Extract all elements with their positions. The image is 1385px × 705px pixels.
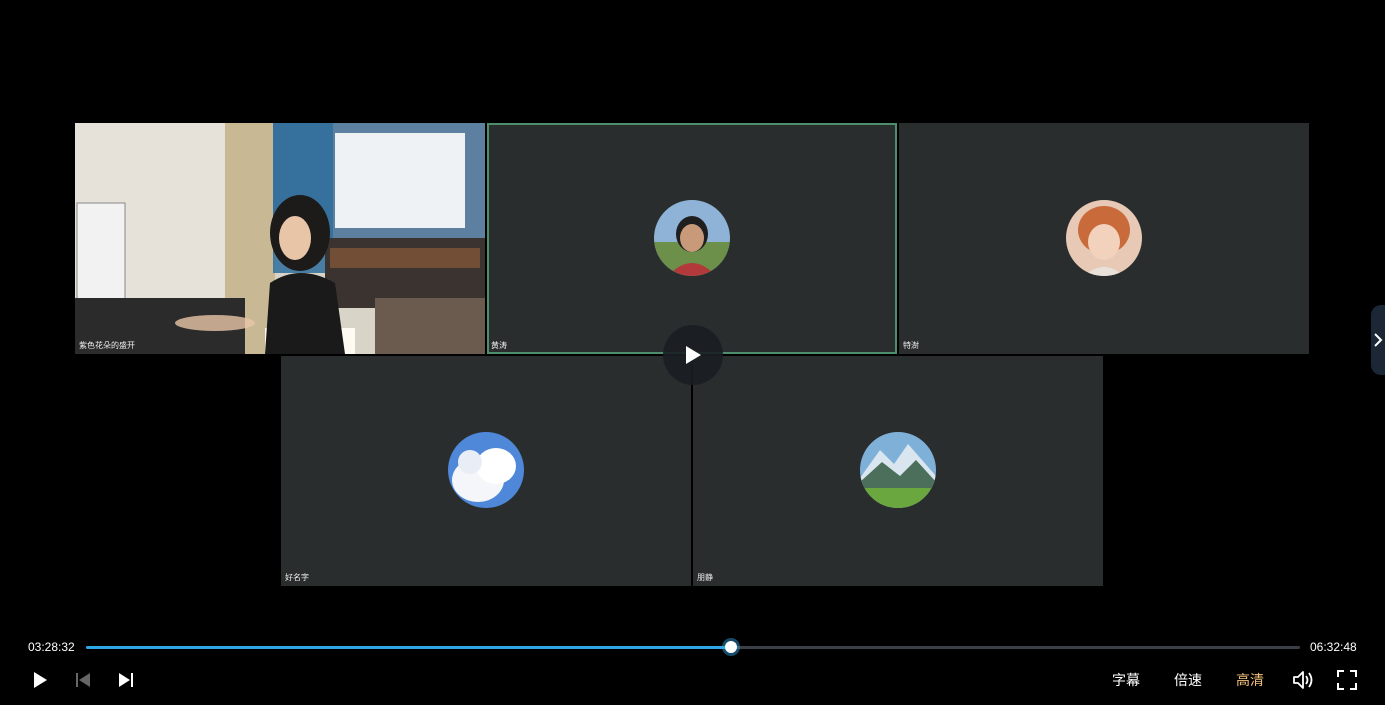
participant-name: 特澍: [903, 341, 919, 350]
avatar: [448, 432, 524, 508]
current-time: 03:28:32: [28, 640, 75, 654]
quality-button[interactable]: 高清: [1236, 670, 1264, 690]
progress-handle[interactable]: [724, 641, 737, 653]
participant-name: 紫色花朵的盛开: [79, 341, 135, 350]
total-time: 06:32:48: [1310, 640, 1357, 654]
play-button[interactable]: [30, 668, 50, 692]
avatar: [1066, 200, 1142, 276]
previous-button[interactable]: [73, 668, 93, 692]
progress-bar[interactable]: [86, 641, 1300, 653]
subtitles-button[interactable]: 字幕: [1112, 670, 1140, 690]
participant-name: 黄涛: [491, 341, 507, 350]
fullscreen-button[interactable]: [1337, 668, 1357, 692]
center-play-button[interactable]: [663, 325, 723, 385]
participant-tile: 朋静: [693, 356, 1103, 586]
previous-icon: [76, 673, 90, 687]
avatar: [654, 200, 730, 276]
progress-fill: [86, 646, 731, 649]
participant-tile-camera: 紫色花朵的盛开: [75, 123, 485, 354]
participant-name: 好名字: [285, 573, 309, 582]
speed-button[interactable]: 倍速: [1174, 670, 1202, 690]
participant-tile: 特澍: [899, 123, 1309, 354]
fullscreen-icon: [1337, 670, 1357, 690]
participant-tile: 好名字: [281, 356, 691, 586]
participant-tile-active: 黄涛: [487, 123, 897, 354]
next-icon: [119, 673, 133, 687]
next-button[interactable]: [116, 668, 136, 692]
video-area[interactable]: 紫色花朵的盛开 黄涛 特澍 好名字 朋静: [0, 0, 1385, 620]
avatar: [860, 432, 936, 508]
chevron-right-icon: [1374, 333, 1383, 347]
volume-icon: [1293, 671, 1313, 689]
participant-name: 朋静: [697, 573, 713, 582]
play-icon: [686, 346, 701, 364]
camera-feed: [75, 123, 485, 354]
side-panel-toggle[interactable]: [1371, 305, 1385, 375]
play-icon: [34, 672, 47, 688]
volume-button[interactable]: [1292, 668, 1314, 692]
